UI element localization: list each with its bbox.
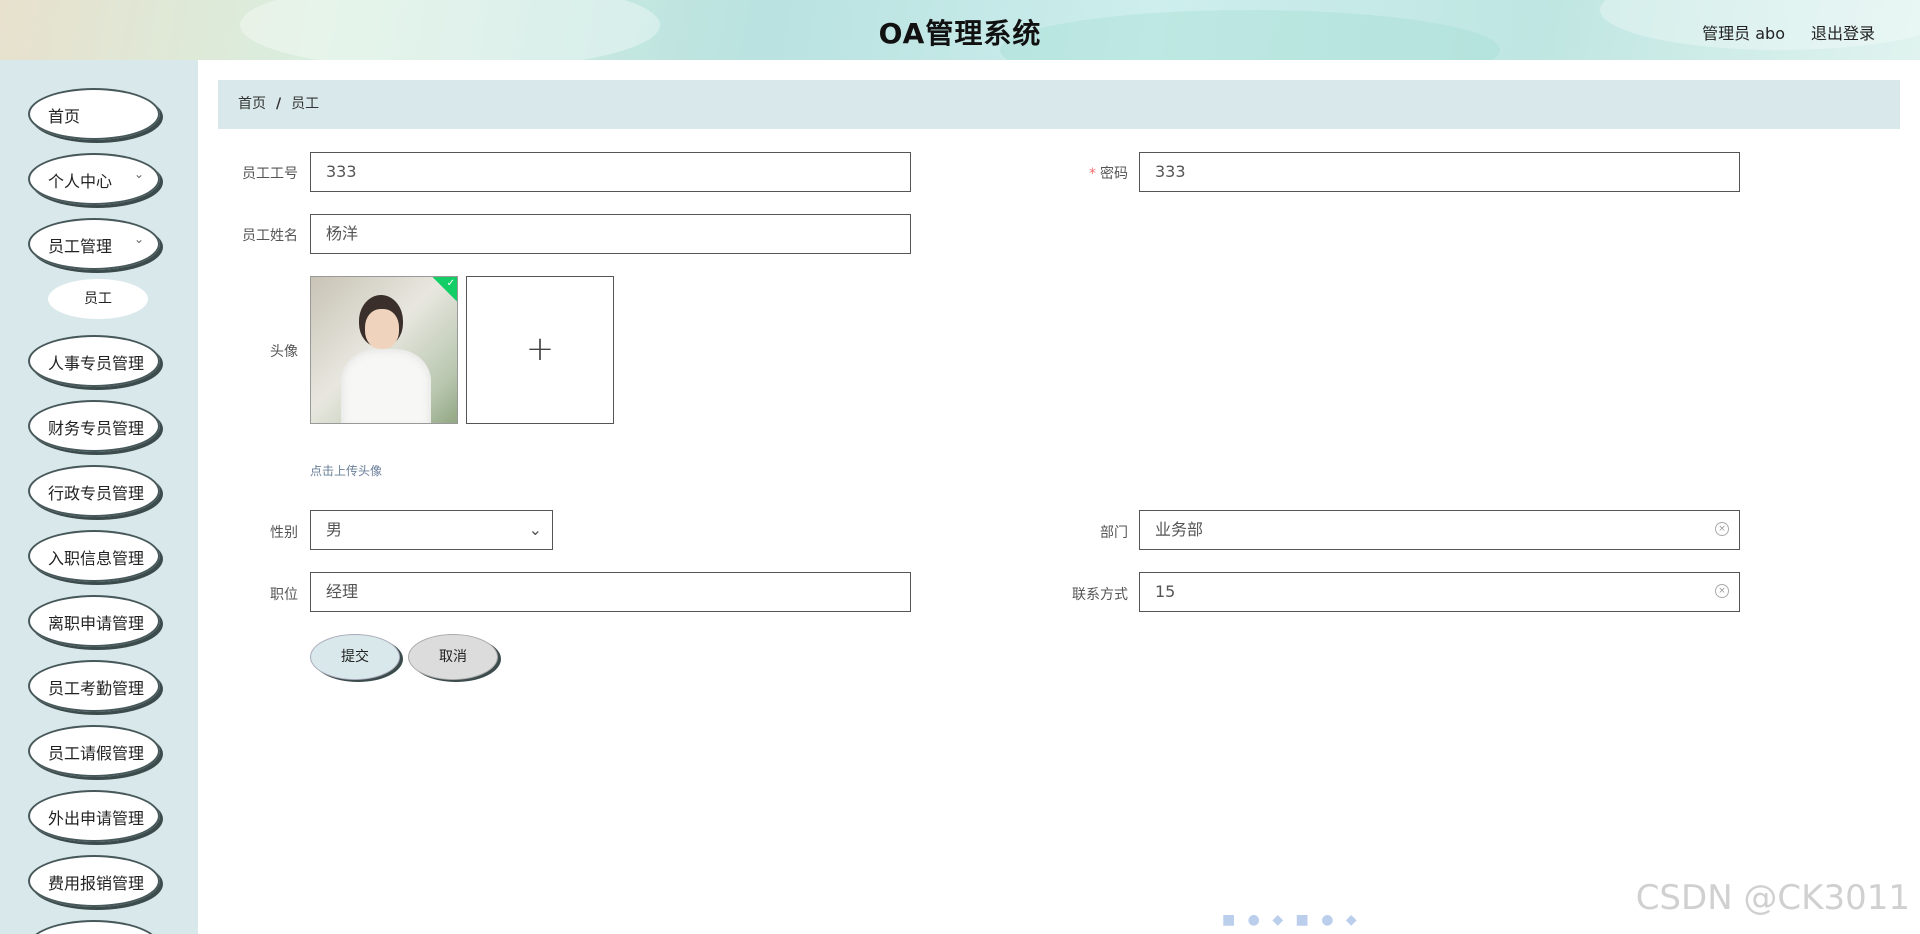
sidebar-item-partial[interactable] xyxy=(28,920,160,934)
password-label-text: 密码 xyxy=(1100,166,1128,182)
contact-input[interactable]: 15 × xyxy=(1139,572,1740,612)
ime-toolbar: ■ ● ◆ ■ ● ◆ xyxy=(1222,912,1361,928)
employee-name-label: 员工姓名 xyxy=(242,228,298,244)
check-icon: ✓ xyxy=(446,278,455,289)
sidebar-item-finance-management[interactable]: 财务专员管理 xyxy=(28,400,160,452)
sidebar-item-label: 人事专员管理 xyxy=(48,354,145,373)
password-label: * 密码 xyxy=(1038,163,1128,183)
sidebar-item-label: 外出申请管理 xyxy=(48,809,145,828)
sidebar-item-label: 入职信息管理 xyxy=(48,549,145,568)
sidebar-item-label: 离职申请管理 xyxy=(48,614,145,633)
sidebar-item-label: 员工考勤管理 xyxy=(48,679,145,698)
gender-select[interactable]: 男 ⌄ xyxy=(310,510,553,550)
sidebar-item-label: 行政专员管理 xyxy=(48,484,145,503)
employee-id-input[interactable]: 333 xyxy=(310,152,911,192)
gender-label: 性别 xyxy=(270,525,298,541)
clear-icon[interactable]: × xyxy=(1715,584,1729,598)
password-input[interactable]: 333 xyxy=(1139,152,1740,192)
app-title: OA管理系统 xyxy=(878,17,1042,50)
top-header: OA管理系统 管理员 abo 退出登录 xyxy=(0,0,1920,60)
sidebar-item-label: 员工管理 xyxy=(48,237,113,256)
breadcrumb: 首页 / 员工 xyxy=(218,80,1900,129)
sidebar-item-home[interactable]: 首页 xyxy=(28,88,160,140)
clear-icon[interactable]: × xyxy=(1715,522,1729,536)
sidebar-item-attendance[interactable]: 员工考勤管理 xyxy=(28,660,160,712)
chevron-down-icon: ⌄ xyxy=(528,520,542,539)
department-value: 业务部 xyxy=(1155,520,1204,539)
sidebar-item-label: 费用报销管理 xyxy=(48,874,145,893)
current-user: 管理员 abo xyxy=(1702,24,1785,43)
sidebar-item-expense[interactable]: 费用报销管理 xyxy=(28,855,160,907)
department-input[interactable]: 业务部 × xyxy=(1139,510,1740,550)
sidebar-item-label: 员工请假管理 xyxy=(48,744,145,763)
sidebar-item-outing[interactable]: 外出申请管理 xyxy=(28,790,160,842)
upload-tip: 点击上传头像 xyxy=(310,464,383,478)
required-mark: * xyxy=(1089,166,1096,182)
sidebar-item-onboarding[interactable]: 入职信息管理 xyxy=(28,530,160,582)
breadcrumb-current: 员工 xyxy=(291,96,320,112)
contact-value: 15 xyxy=(1155,582,1176,601)
avatar-label: 头像 xyxy=(270,344,298,360)
employee-id-label: 员工工号 xyxy=(242,166,298,182)
avatar-upload-button[interactable]: + xyxy=(466,276,614,424)
watermark: CSDN @CK3011 xyxy=(1635,878,1910,918)
submenu-item-employee[interactable]: 员工 xyxy=(48,279,148,319)
position-input[interactable]: 经理 xyxy=(310,572,911,612)
sidebar-item-hr-management[interactable]: 人事专员管理 xyxy=(28,335,160,387)
sidebar-item-employee-management[interactable]: 员工管理 ⌄ xyxy=(28,218,160,270)
sidebar-item-admin-management[interactable]: 行政专员管理 xyxy=(28,465,160,517)
chevron-down-icon: ⌄ xyxy=(133,232,144,246)
gender-value: 男 xyxy=(326,520,343,539)
cancel-button[interactable]: 取消 xyxy=(408,634,498,680)
sidebar-item-label: 个人中心 xyxy=(48,172,113,191)
sidebar-item-personal-center[interactable]: 个人中心 ⌄ xyxy=(28,153,160,205)
sidebar-item-label: 首页 xyxy=(48,107,81,126)
sidebar: 首页 个人中心 ⌄ 员工管理 ⌄ 员工 人事专员管理 财务专员管理 行政专员管理… xyxy=(0,60,198,934)
logout-link[interactable]: 退出登录 xyxy=(1811,20,1875,44)
sidebar-item-leave[interactable]: 员工请假管理 xyxy=(28,725,160,777)
chevron-down-icon: ⌄ xyxy=(133,167,144,181)
breadcrumb-separator: / xyxy=(276,96,282,112)
sidebar-item-label: 财务专员管理 xyxy=(48,419,145,438)
plus-icon: + xyxy=(525,329,555,369)
department-label: 部门 xyxy=(1100,525,1128,541)
breadcrumb-home[interactable]: 首页 xyxy=(238,96,266,112)
avatar-face xyxy=(365,309,399,349)
contact-label: 联系方式 xyxy=(1072,587,1128,603)
avatar-shirt xyxy=(341,349,431,423)
avatar-image[interactable]: ✓ xyxy=(310,276,458,424)
sidebar-item-resignation[interactable]: 离职申请管理 xyxy=(28,595,160,647)
position-label: 职位 xyxy=(270,587,298,603)
employee-name-input[interactable]: 杨洋 xyxy=(310,214,911,254)
submit-button[interactable]: 提交 xyxy=(310,634,400,680)
